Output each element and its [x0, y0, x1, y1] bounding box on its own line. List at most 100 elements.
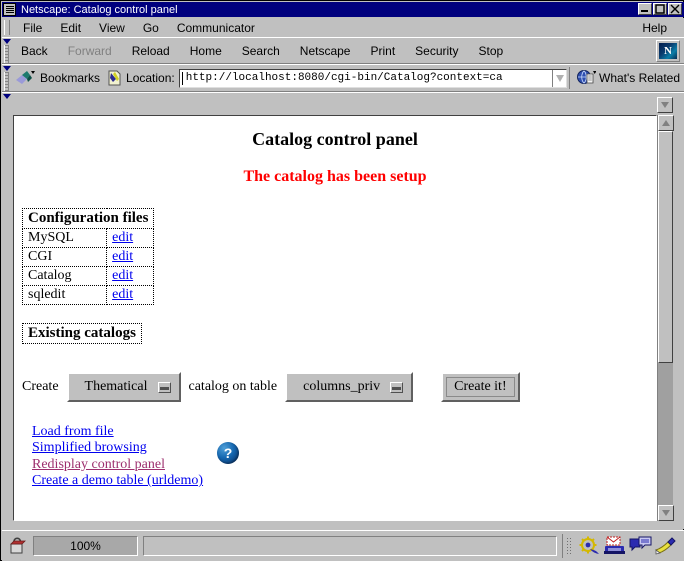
create-it-button[interactable]: Create it! — [441, 372, 520, 402]
catalog-type-value: Thematical — [84, 379, 148, 394]
table-header-row: Configuration files — [21, 208, 155, 229]
url-text[interactable]: http://localhost:8080/cgi-bin/Catalog?co… — [183, 72, 552, 84]
create-catalog-form: Create Thematical catalog on table colum… — [22, 372, 656, 402]
newsgroups-icon[interactable] — [628, 535, 654, 557]
configuration-files-section: Configuration files MySQL edit CGI edit … — [14, 208, 656, 305]
config-name-sqledit: sqledit — [21, 285, 108, 305]
load-from-file-link[interactable]: Load from file — [32, 424, 114, 439]
edit-link-cgi[interactable]: edit — [112, 249, 133, 264]
existing-catalogs-section: Existing catalogs — [14, 323, 656, 344]
maximize-icon[interactable] — [653, 3, 667, 15]
component-bar-grip[interactable] — [566, 537, 572, 555]
scrollbar-thumb[interactable] — [658, 131, 673, 363]
netscape-n-icon: N — [659, 43, 677, 59]
content-area: Catalog control panel The catalog has be… — [2, 92, 684, 529]
menu-item-go[interactable]: Go — [134, 20, 168, 36]
window-title: Netscape: Catalog control panel — [21, 3, 178, 16]
redisplay-control-panel-link[interactable]: Redisplay control panel — [32, 457, 165, 472]
page-viewport: Catalog control panel The catalog has be… — [13, 115, 657, 521]
forward-button: Forward — [67, 43, 112, 58]
list-item: Create a demo table (urldemo) — [32, 473, 656, 489]
page-proxy-icon[interactable] — [106, 69, 122, 87]
back-button[interactable]: Back — [11, 40, 58, 62]
whats-related-button[interactable]: What's Related — [569, 67, 684, 89]
minimize-icon[interactable] — [638, 3, 652, 15]
chevron-down-icon — [390, 381, 404, 393]
action-links: Load from file Simplified browsing Redis… — [32, 424, 656, 490]
reload-button[interactable]: Reload — [122, 40, 180, 62]
whats-related-label: What's Related — [599, 71, 680, 85]
list-item: Redisplay control panel — [32, 457, 656, 473]
menu-bar: File Edit View Go Communicator Help — [2, 18, 684, 37]
menu-item-communicator[interactable]: Communicator — [168, 20, 264, 36]
configuration-files-header: Configuration files — [21, 208, 155, 229]
scroll-up-icon[interactable] — [658, 115, 674, 131]
content-toolbar-grip[interactable] — [2, 93, 12, 521]
simplified-browsing-link[interactable]: Simplified browsing — [32, 440, 147, 455]
title-bar: Netscape: Catalog control panel — [2, 2, 684, 17]
close-icon[interactable] — [668, 3, 682, 15]
help-icon[interactable]: ? — [217, 442, 239, 464]
create-it-label: Create it! — [446, 377, 515, 397]
configuration-files-table: Configuration files MySQL edit CGI edit … — [21, 208, 155, 305]
table-select-value: columns_priv — [303, 379, 381, 394]
create-middle-label: catalog on table — [188, 379, 278, 394]
scroll-corner — [657, 97, 673, 113]
scroll-down-icon[interactable] — [658, 505, 674, 521]
table-select[interactable]: columns_priv — [285, 372, 414, 402]
menubar-grip[interactable] — [4, 20, 10, 35]
url-input[interactable]: http://localhost:8080/cgi-bin/Catalog?co… — [178, 68, 567, 88]
progress-indicator: 100% — [33, 536, 138, 556]
status-message: The catalog has been setup — [243, 168, 427, 185]
scrollbar-track[interactable] — [658, 131, 673, 505]
search-button[interactable]: Search — [232, 40, 290, 62]
menu-item-file[interactable]: File — [14, 20, 51, 36]
print-button[interactable]: Print — [360, 40, 405, 62]
existing-catalogs-table: Existing catalogs — [22, 323, 142, 344]
netscape-button[interactable]: Netscape — [290, 40, 361, 62]
table-row: MySQL edit — [21, 228, 155, 248]
table-row: CGI edit — [21, 247, 155, 267]
bookmarks-label[interactable]: Bookmarks — [40, 71, 100, 85]
location-toolbar-grip[interactable] — [2, 65, 11, 91]
bookmarks-icon[interactable] — [14, 69, 36, 87]
security-button[interactable]: Security — [405, 40, 468, 62]
navigation-toolbar: Back Forward Reload Home Search Netscape… — [2, 37, 684, 64]
unlocked-padlock-icon[interactable] — [7, 536, 29, 556]
table-row: sqledit edit — [21, 285, 155, 305]
mailbox-icon[interactable] — [602, 535, 628, 557]
menu-item-edit[interactable]: Edit — [51, 20, 90, 36]
menu-item-help[interactable]: Help — [633, 20, 676, 36]
create-demo-table-link[interactable]: Create a demo table (urldemo) — [32, 473, 203, 488]
location-label: Location: — [126, 71, 175, 85]
navigator-icon[interactable] — [576, 535, 602, 557]
list-item: Load from file — [32, 424, 656, 440]
list-item: Simplified browsing — [32, 440, 656, 456]
component-bar — [562, 534, 680, 558]
menu-item-view[interactable]: View — [90, 20, 134, 36]
edit-link-catalog[interactable]: edit — [112, 268, 133, 283]
url-dropdown-icon[interactable] — [552, 69, 566, 87]
table-header-row: Existing catalogs — [22, 323, 142, 344]
navigation-toolbar-grip[interactable] — [2, 38, 11, 63]
page-title: Catalog control panel — [252, 129, 418, 149]
browser-window: Netscape: Catalog control panel File Edi… — [0, 0, 684, 561]
stop-button[interactable]: Stop — [469, 40, 514, 62]
vertical-scrollbar[interactable] — [657, 115, 674, 521]
location-toolbar: Bookmarks Location: http://localhost:808… — [2, 64, 684, 92]
edit-link-sqledit[interactable]: edit — [112, 287, 133, 302]
window-controls — [638, 3, 682, 15]
composer-icon[interactable] — [654, 535, 680, 557]
config-name-mysql: MySQL — [21, 228, 108, 248]
catalog-type-select[interactable]: Thematical — [66, 372, 181, 402]
netscape-logo-button[interactable]: N — [656, 40, 680, 62]
existing-catalogs-header: Existing catalogs — [22, 323, 142, 344]
window-menu-icon[interactable] — [3, 3, 16, 16]
edit-link-mysql[interactable]: edit — [112, 230, 133, 245]
status-bar: 100% — [2, 530, 684, 561]
create-prefix-label: Create — [22, 379, 59, 394]
config-name-catalog: Catalog — [21, 266, 108, 286]
home-button[interactable]: Home — [180, 40, 232, 62]
status-message-field — [143, 536, 557, 556]
chevron-down-icon — [157, 381, 171, 393]
